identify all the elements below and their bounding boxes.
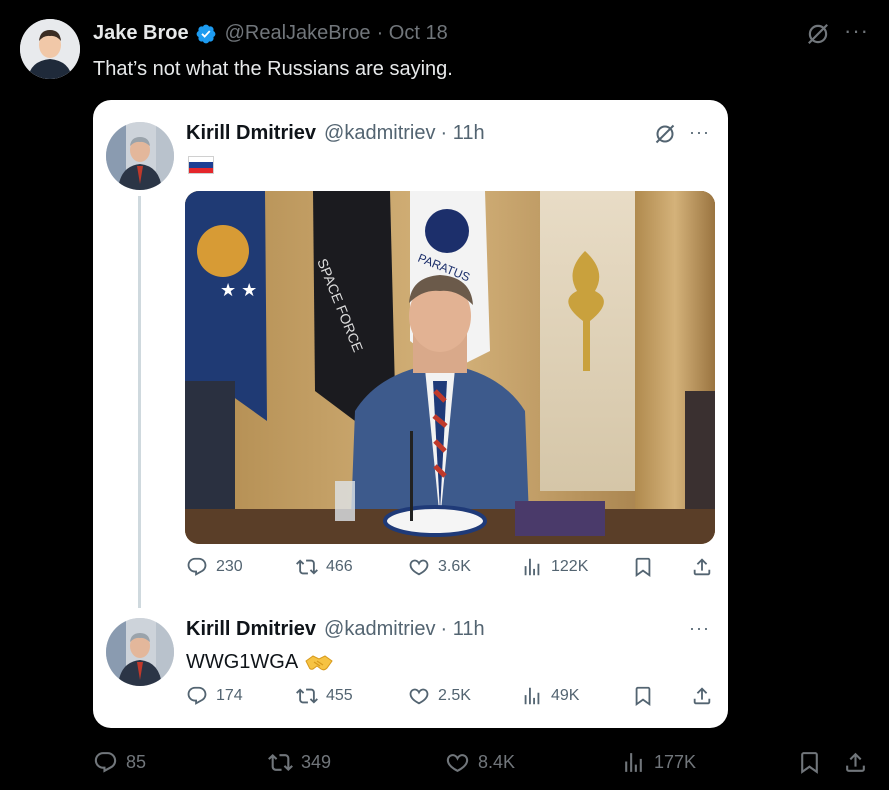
- reply-button[interactable]: 230: [186, 556, 243, 578]
- reply-count: 230: [216, 558, 243, 575]
- reply-icon: [93, 750, 118, 775]
- repost-button[interactable]: 455: [296, 685, 353, 707]
- grok-icon[interactable]: [805, 21, 831, 47]
- views-count: 49K: [551, 687, 580, 704]
- grok-icon[interactable]: [653, 122, 677, 146]
- reply-icon: [186, 685, 208, 707]
- quoted-author-name[interactable]: Kirill Dmitriev: [186, 122, 316, 145]
- reply-button[interactable]: 174: [186, 685, 243, 707]
- quoted-avatar[interactable]: [106, 122, 174, 190]
- repost-count: 349: [301, 752, 332, 772]
- share-icon: [691, 685, 713, 707]
- post-date[interactable]: · Oct 18: [377, 22, 448, 45]
- share-button[interactable]: [691, 685, 713, 707]
- avatar[interactable]: [20, 19, 80, 79]
- author-handle[interactable]: @RealJakeBroe: [225, 22, 371, 45]
- repost-icon: [268, 750, 293, 775]
- views-button[interactable]: 177K: [621, 750, 696, 775]
- reply-more-button[interactable]: ···: [689, 618, 710, 639]
- views-button[interactable]: 122K: [521, 556, 588, 578]
- thread-line: [138, 196, 141, 608]
- bookmark-button[interactable]: [632, 556, 654, 578]
- views-count: 177K: [654, 752, 697, 772]
- avatar-photo: [20, 19, 80, 79]
- avatar-photo: [106, 618, 174, 686]
- reply-icon: [186, 556, 208, 578]
- bookmark-icon: [797, 750, 822, 775]
- reply-avatar[interactable]: [106, 618, 174, 686]
- share-icon: [691, 556, 713, 578]
- repost-icon: [296, 556, 318, 578]
- repost-button[interactable]: 466: [296, 556, 353, 578]
- repost-count: 455: [326, 687, 353, 704]
- quoted-thread-card[interactable]: Kirill Dmitriev @kadmitriev · 11h ··· ★ …: [93, 100, 728, 728]
- quoted-action-bar: 230 466 3.6K 122K: [186, 556, 716, 584]
- bookmark-button[interactable]: [797, 750, 822, 775]
- views-count: 122K: [551, 558, 589, 575]
- repost-count: 466: [326, 558, 353, 575]
- more-options-button[interactable]: ···: [844, 18, 869, 44]
- post-action-bar: 85 349 8.4K 177K: [93, 750, 873, 780]
- post-text: That’s not what the Russians are saying.: [93, 58, 453, 80]
- reply-action-bar: 174 455 2.5K 49K: [186, 685, 716, 713]
- tweet-photo[interactable]: ★ ★ SPACE FORCE PARATUS: [185, 191, 715, 544]
- photo-image: ★ ★ SPACE FORCE PARATUS: [185, 191, 715, 544]
- views-button[interactable]: 49K: [521, 685, 579, 707]
- like-count: 3.6K: [438, 558, 471, 575]
- like-count: 2.5K: [438, 687, 471, 704]
- quoted-header: Kirill Dmitriev @kadmitriev · 11h: [186, 122, 485, 145]
- reply-count: 174: [216, 687, 243, 704]
- share-button[interactable]: [843, 750, 868, 775]
- quoted-more-button[interactable]: ···: [689, 122, 710, 143]
- avatar-photo: [106, 122, 174, 190]
- reply-time[interactable]: · 11h: [440, 618, 484, 641]
- reply-header: Kirill Dmitriev @kadmitriev · 11h: [186, 618, 485, 641]
- views-icon: [521, 556, 543, 578]
- like-icon: [408, 685, 430, 707]
- verified-badge-icon: [196, 24, 216, 43]
- like-icon: [445, 750, 470, 775]
- views-icon: [621, 750, 646, 775]
- author-name[interactable]: Jake Broe: [93, 22, 189, 45]
- share-icon: [843, 750, 868, 775]
- svg-text:★ ★: ★ ★: [220, 280, 257, 300]
- russia-flag-icon: [188, 156, 214, 174]
- quoted-author-handle[interactable]: @kadmitriev: [324, 122, 435, 145]
- like-button[interactable]: 3.6K: [408, 556, 471, 578]
- reply-text-row: WWG1WGA: [186, 651, 334, 674]
- like-button[interactable]: 8.4K: [445, 750, 515, 775]
- quoted-time[interactable]: · 11h: [440, 122, 484, 145]
- reply-count: 85: [126, 752, 147, 772]
- like-button[interactable]: 2.5K: [408, 685, 471, 707]
- bookmark-icon: [632, 685, 654, 707]
- views-icon: [521, 685, 543, 707]
- repost-button[interactable]: 349: [268, 750, 331, 775]
- bookmark-icon: [632, 556, 654, 578]
- reply-text: WWG1WGA: [186, 651, 299, 673]
- post-header: Jake Broe @RealJakeBroe · Oct 18: [93, 22, 448, 45]
- repost-icon: [296, 685, 318, 707]
- bookmark-button[interactable]: [632, 685, 654, 707]
- reply-author-handle[interactable]: @kadmitriev: [324, 618, 435, 641]
- reply-button[interactable]: 85: [93, 750, 146, 775]
- like-count: 8.4K: [478, 752, 516, 772]
- reply-author-name[interactable]: Kirill Dmitriev: [186, 618, 316, 641]
- handshake-emoji-icon: [305, 654, 333, 670]
- like-icon: [408, 556, 430, 578]
- share-button[interactable]: [691, 556, 713, 578]
